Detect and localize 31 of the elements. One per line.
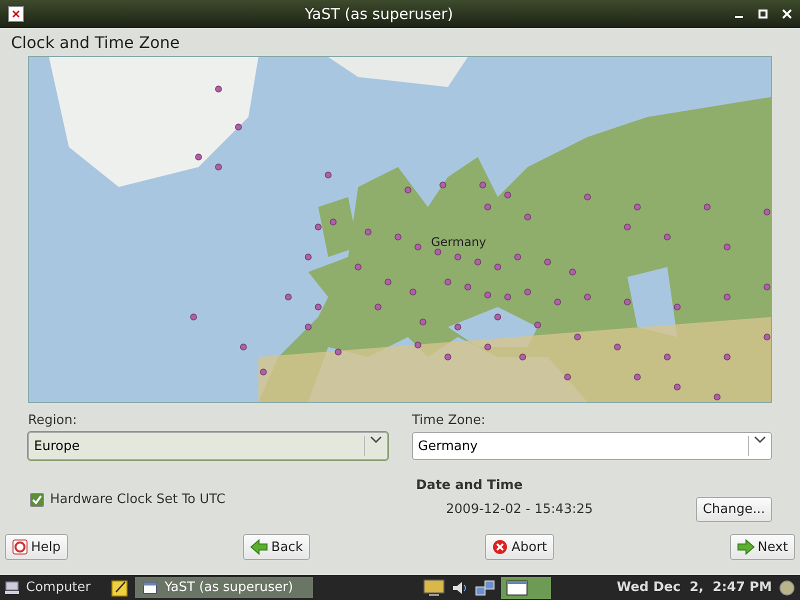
computer-menu[interactable]: Computer <box>4 580 91 595</box>
globe-icon[interactable] <box>778 578 796 596</box>
right-arrow-icon <box>736 539 755 555</box>
next-button[interactable]: Next <box>730 534 795 560</box>
change-button[interactable]: Change... <box>696 497 772 522</box>
hardware-clock-checkbox[interactable] <box>30 492 44 506</box>
region-label: Region: <box>28 413 78 428</box>
computer-icon <box>4 580 20 594</box>
help-button[interactable]: Help <box>5 534 68 560</box>
taskbar-task[interactable]: YaST (as superuser) <box>134 577 313 598</box>
map-label: Germany <box>431 235 486 249</box>
taskbar-clock[interactable]: Wed Dec 2, 2:47 PM <box>616 580 772 595</box>
time-zone-label: Time Zone: <box>412 413 486 428</box>
notepad-icon[interactable] <box>110 578 129 596</box>
back-button[interactable]: Back <box>243 534 310 560</box>
monitor-icon[interactable] <box>422 578 445 596</box>
date-time-value: 2009-12-02 - 15:43:25 <box>446 502 593 517</box>
maximize-icon[interactable] <box>758 9 768 19</box>
region-dropdown[interactable]: Europe <box>28 432 388 460</box>
page-heading: Clock and Time Zone <box>11 33 181 52</box>
window-icon <box>142 582 157 594</box>
left-arrow-icon <box>250 539 268 555</box>
abort-button[interactable]: Abort <box>485 534 554 560</box>
lifebuoy-icon <box>12 539 28 555</box>
window-title: YaST (as superuser) <box>304 5 454 23</box>
workspace-icon[interactable] <box>500 576 551 598</box>
network-icon[interactable] <box>474 578 495 596</box>
checkbox-label: Hardware Clock Set To UTC <box>50 492 226 507</box>
date-time-heading: Date and Time <box>416 478 523 493</box>
stop-icon <box>492 539 508 555</box>
time-zone-dropdown[interactable]: Germany <box>412 432 772 460</box>
